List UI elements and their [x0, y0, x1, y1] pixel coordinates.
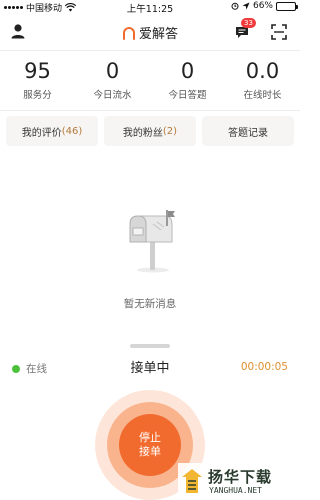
stat-service-score[interactable]: 95 服务分	[0, 56, 75, 108]
status-bar: 中国移动 上午11:25 66%	[0, 0, 300, 15]
stats-divider	[0, 110, 300, 111]
action-tabs: 我的评价 (46) 我的粉丝 (2) 答题记录	[6, 116, 294, 146]
stop-accepting-button[interactable]: 停止 接单	[119, 414, 181, 476]
action-label: 答题记录	[228, 127, 268, 139]
action-label: 我的粉丝	[122, 127, 163, 139]
battery-icon	[276, 1, 298, 11]
action-count: (2)	[162, 125, 178, 137]
watermark-logo-icon	[182, 469, 202, 493]
status-right: 66%	[231, 1, 298, 11]
stat-value: 0	[180, 59, 195, 83]
stat-label: 服务分	[23, 90, 52, 101]
location-icon	[242, 2, 250, 10]
stat-value: 0.0	[245, 59, 280, 83]
battery-percent: 66%	[252, 1, 273, 11]
stat-label: 在线时长	[243, 90, 282, 101]
action-label: 我的评价	[21, 127, 62, 139]
stat-today-answers[interactable]: 0 今日答题	[150, 56, 225, 108]
message-badge: 33	[241, 18, 256, 28]
watermark-url: YANGHUA.NET	[209, 486, 262, 495]
stat-value: 95	[24, 59, 51, 83]
stat-today-income[interactable]: 0 今日流水	[75, 56, 150, 108]
my-reviews-button[interactable]: 我的评价 (46)	[6, 116, 98, 146]
my-fans-button[interactable]: 我的粉丝 (2)	[104, 116, 196, 146]
stat-label: 今日流水	[93, 90, 132, 101]
stat-label: 今日答题	[168, 90, 207, 101]
stat-online-duration[interactable]: 0.0 在线时长	[225, 56, 300, 108]
drag-handle[interactable]	[130, 344, 170, 348]
empty-state: 暂无新消息	[0, 210, 300, 320]
action-count: (46)	[61, 125, 83, 137]
watermark-title: 扬华下载	[208, 468, 273, 486]
app-logo-icon	[122, 26, 135, 40]
scan-icon[interactable]	[271, 24, 287, 40]
stat-value: 0	[105, 59, 120, 83]
watermark: 扬华下载 YANGHUA.NET	[178, 463, 300, 500]
alarm-icon	[231, 2, 239, 10]
header: 爱解答 33	[0, 14, 300, 50]
header-divider	[0, 50, 300, 51]
answer-records-button[interactable]: 答题记录	[202, 116, 294, 146]
app-title: 爱解答	[138, 27, 178, 42]
mailbox-icon	[129, 210, 175, 273]
empty-message: 暂无新消息	[123, 298, 177, 310]
online-timer: 00:00:05	[240, 361, 288, 373]
stats-row: 95 服务分 0 今日流水 0 今日答题 0.0 在线时长	[0, 56, 300, 108]
